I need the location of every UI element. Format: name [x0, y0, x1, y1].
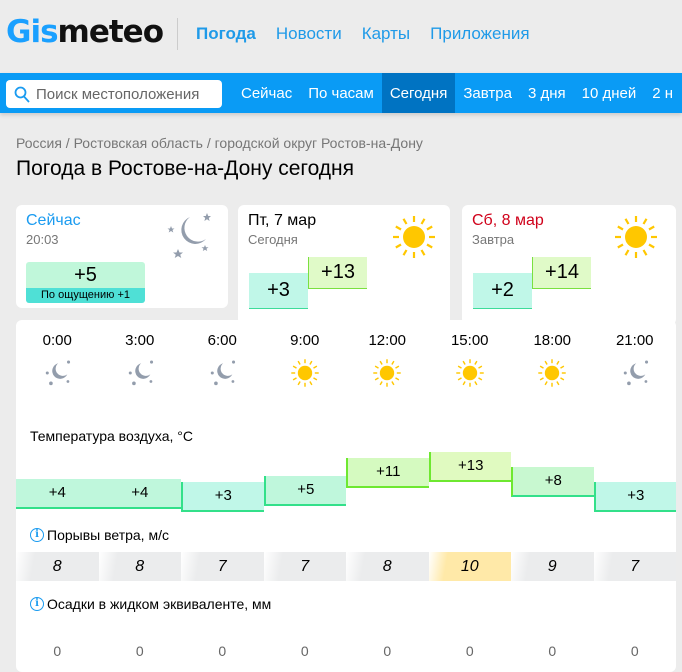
tomorrow-date: Сб, 8 мар — [472, 212, 544, 229]
today-max: +13 — [308, 257, 367, 289]
tab-2[interactable]: Сегодня — [381, 73, 456, 113]
hourly-panel: 0:00 3:00 6:00 9:00 12:00 15:00 18:00 21:00 Тем… — [16, 320, 676, 672]
wind-value: 8 — [16, 552, 99, 581]
wind-label: Порывы ветра, м/с — [47, 527, 169, 543]
now-time: 20:03 — [26, 232, 59, 247]
feels-like: По ощущению +1 — [26, 288, 145, 303]
temp-bar: +4 — [16, 479, 99, 509]
nav-bar: Поиск местоположения Сейчас По часам Сегод… — [0, 73, 682, 113]
moon-stars-icon — [99, 356, 182, 390]
now-temperature: +5 По ощущению +1 — [26, 262, 145, 303]
moon-stars-icon — [181, 356, 264, 390]
nav-maps[interactable]: Карты — [362, 24, 410, 44]
now-label: Сейчас — [26, 212, 81, 229]
info-icon[interactable]: i — [30, 528, 44, 542]
tomorrow-label: Завтра — [472, 232, 515, 247]
nav-news[interactable]: Новости — [276, 24, 342, 44]
sun-icon — [429, 356, 512, 390]
hour-time[interactable]: 0:00 — [16, 332, 99, 349]
precip-value: 0 — [548, 643, 557, 659]
precip-value: 0 — [218, 643, 227, 659]
tab-1[interactable]: По часам — [300, 73, 382, 113]
hour-time[interactable]: 3:00 — [99, 332, 182, 349]
tomorrow-min: +2 — [473, 273, 532, 309]
moon-stars-icon — [16, 356, 99, 390]
wind-value: 7 — [593, 552, 676, 581]
divider — [177, 18, 178, 50]
tab-5[interactable]: 10 дней — [574, 73, 645, 113]
hour-time[interactable]: 21:00 — [594, 332, 677, 349]
tab-0[interactable]: Сейчас — [233, 73, 300, 113]
wind-label-row: i Порывы ветра, м/с — [30, 527, 169, 543]
nav-weather[interactable]: Погода — [196, 24, 256, 44]
wind-value: 9 — [511, 552, 594, 581]
tab-4[interactable]: 3 дня — [520, 73, 574, 113]
today-label: Сегодня — [248, 232, 298, 247]
moon-stars-icon — [594, 356, 677, 390]
breadcrumb[interactable]: Россия / Ростовская область / городской … — [16, 135, 423, 151]
wind-value: 7 — [263, 552, 346, 581]
top-nav: Погода Новости Карты Приложения — [196, 24, 530, 44]
precip-value: 0 — [300, 643, 309, 659]
temp-bar: +13 — [428, 452, 511, 482]
temp-bar: +11 — [346, 458, 429, 488]
sun-icon — [393, 216, 435, 258]
search-placeholder: Поиск местоположения — [36, 85, 200, 103]
hour-time[interactable]: 9:00 — [264, 332, 347, 349]
sun-icon — [615, 216, 657, 258]
today-card[interactable]: Пт, 7 мар Сегодня +3 +13 — [238, 205, 450, 325]
precip-label: Осадки в жидком эквиваленте, мм — [47, 596, 272, 612]
temp-bar: +3 — [593, 482, 676, 512]
tab-6[interactable]: 2 н — [644, 73, 681, 113]
page-title: Погода в Ростове-на-Дону сегодня — [16, 157, 355, 180]
precip-value: 0 — [465, 643, 474, 659]
temp-label: Температура воздуха, °C — [30, 428, 193, 444]
hour-time[interactable]: 6:00 — [181, 332, 264, 349]
precip-value: 0 — [53, 643, 62, 659]
nav-apps[interactable]: Приложения — [430, 24, 529, 44]
today-date: Пт, 7 мар — [248, 212, 317, 229]
today-min: +3 — [249, 273, 308, 309]
precip-value: 0 — [630, 643, 639, 659]
now-temp-value: +5 — [26, 262, 145, 288]
sun-icon — [346, 356, 429, 390]
moon-stars-icon — [167, 213, 211, 258]
wind-value: 7 — [181, 552, 264, 581]
tomorrow-max: +14 — [532, 257, 591, 289]
sun-icon — [264, 356, 347, 390]
temp-bar: +5 — [263, 476, 346, 506]
search-input[interactable]: Поиск местоположения — [6, 80, 222, 108]
temp-bar: +3 — [181, 482, 264, 512]
wind-value: 8 — [98, 552, 181, 581]
sun-icon — [511, 356, 594, 390]
temp-bar: +8 — [511, 467, 594, 497]
wind-value: 10 — [428, 552, 511, 581]
period-tabs: Сейчас По часам Сегодня Завтра 3 дня 10 дней 2… — [233, 73, 681, 113]
hour-time[interactable]: 12:00 — [346, 332, 429, 349]
info-icon[interactable]: i — [30, 597, 44, 611]
search-icon — [14, 86, 30, 103]
temp-bar: +4 — [98, 479, 181, 509]
tab-3[interactable]: Завтра — [455, 73, 520, 113]
tomorrow-card[interactable]: Сб, 8 мар Завтра +2 +14 — [462, 205, 676, 325]
precip-value: 0 — [135, 643, 144, 659]
now-card[interactable]: Сейчас 20:03 +5 По ощущению +1 — [16, 205, 228, 308]
precip-value: 0 — [383, 643, 392, 659]
logo[interactable]: Gismeteo — [6, 14, 164, 50]
hour-time[interactable]: 15:00 — [429, 332, 512, 349]
precip-label-row: i Осадки в жидком эквиваленте, мм — [30, 596, 271, 612]
wind-value: 8 — [346, 552, 429, 581]
hour-time[interactable]: 18:00 — [511, 332, 594, 349]
